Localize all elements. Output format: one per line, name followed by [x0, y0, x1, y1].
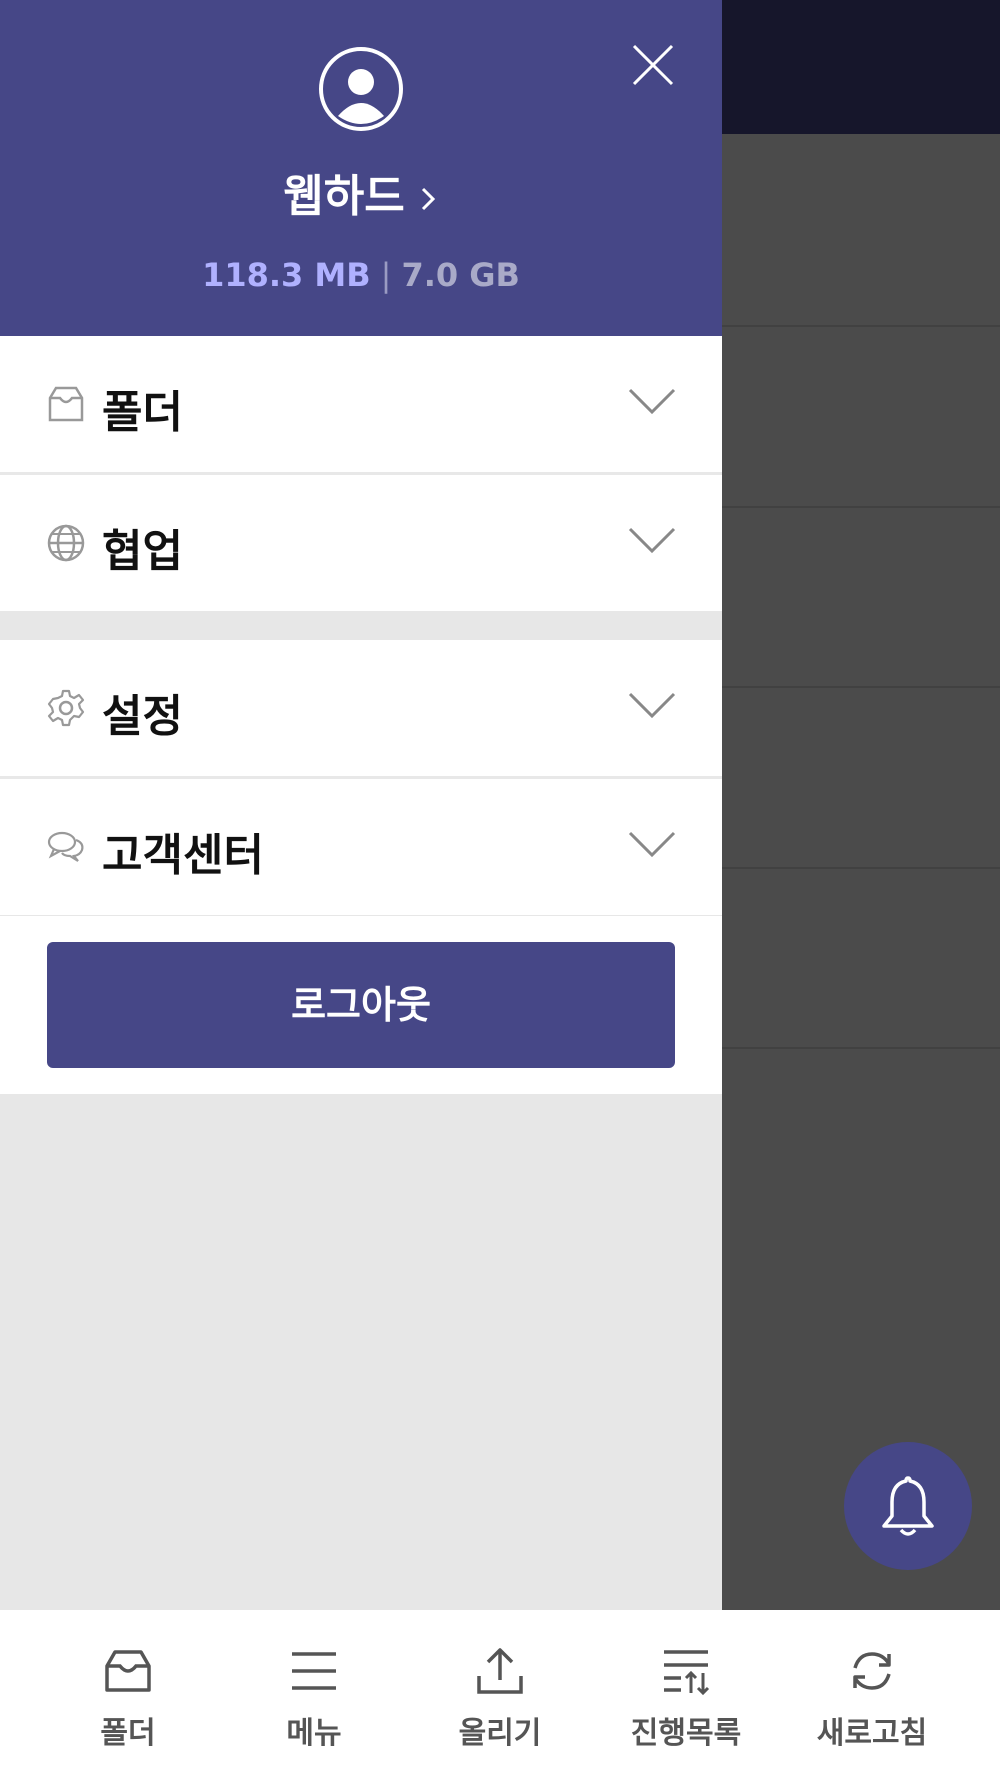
storage-usage: 118.3 MB | 7.0 GB: [0, 256, 722, 294]
globe-icon: [47, 524, 85, 562]
menu-item-settings[interactable]: 설정: [0, 640, 722, 776]
menu-item-customer-center[interactable]: 고객센터: [0, 779, 722, 915]
side-drawer: 웹하드 118.3 MB | 7.0 GB 폴더 협업 설정 고객센터 로그아웃: [0, 0, 722, 1610]
account-link[interactable]: 웹하드: [0, 160, 722, 224]
nav-upload[interactable]: 올리기: [407, 1610, 593, 1778]
logout-section: 로그아웃: [0, 916, 722, 1094]
inbox-icon: [105, 1650, 151, 1692]
notification-button[interactable]: [844, 1442, 972, 1570]
drawer-header: 웹하드 118.3 MB | 7.0 GB: [0, 0, 722, 336]
nav-folder[interactable]: 폴더: [35, 1610, 221, 1778]
menu-icon: [292, 1652, 336, 1690]
bottom-navigation: 폴더 메뉴 올리기 진행목록 새로고침: [0, 1610, 1000, 1778]
account-label: 웹하드: [283, 171, 405, 222]
upload-icon: [477, 1648, 523, 1694]
chevron-down-icon: [628, 831, 676, 858]
inbox-icon: [48, 386, 84, 422]
bell-icon: [882, 1476, 934, 1536]
menu-item-collaboration[interactable]: 협업: [0, 475, 722, 611]
background-row-divider: [722, 867, 1000, 869]
background-row-divider: [722, 1047, 1000, 1049]
user-avatar-icon: [319, 47, 403, 131]
storage-separator: |: [380, 256, 392, 294]
chevron-down-icon: [628, 388, 676, 415]
nav-refresh[interactable]: 새로고침: [779, 1610, 965, 1778]
logout-button[interactable]: 로그아웃: [47, 942, 675, 1068]
nav-label: 폴더: [100, 1716, 156, 1751]
storage-used: 118.3 MB: [202, 256, 371, 294]
nav-menu[interactable]: 메뉴: [221, 1610, 407, 1778]
chevron-down-icon: [628, 527, 676, 554]
nav-label: 메뉴: [286, 1716, 342, 1751]
menu-item-label: 폴더: [102, 387, 183, 438]
refresh-icon: [853, 1652, 891, 1690]
nav-transfer-list[interactable]: 진행목록: [593, 1610, 779, 1778]
transfer-list-icon: [664, 1650, 710, 1696]
menu-item-folder[interactable]: 폴더: [0, 336, 722, 472]
nav-label: 올리기: [458, 1716, 542, 1751]
close-icon[interactable]: [628, 40, 678, 90]
nav-label: 진행목록: [630, 1716, 742, 1751]
background-row-divider: [722, 686, 1000, 688]
background-row-divider: [722, 325, 1000, 327]
chat-bubbles-icon: [47, 831, 84, 862]
gear-icon: [47, 689, 85, 727]
menu-item-label: 협업: [102, 526, 183, 577]
menu-item-label: 고객센터: [102, 830, 264, 881]
chevron-right-icon: [421, 187, 435, 211]
storage-total: 7.0 GB: [401, 256, 520, 294]
chevron-down-icon: [628, 692, 676, 719]
background-row-divider: [722, 506, 1000, 508]
nav-label: 새로고침: [816, 1716, 928, 1751]
menu-item-label: 설정: [102, 691, 183, 742]
